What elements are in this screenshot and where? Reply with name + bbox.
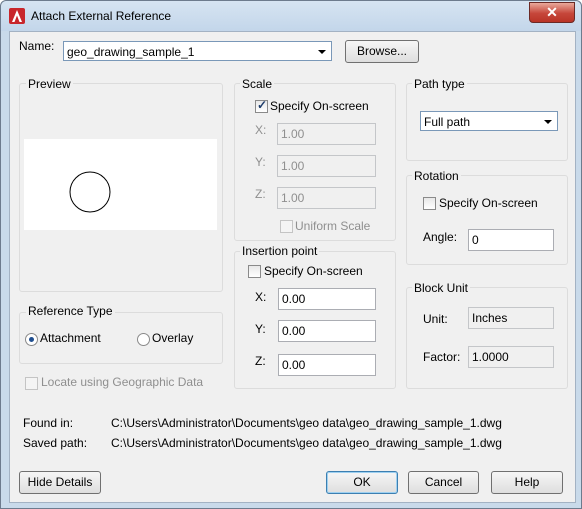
reference-type-title: Reference Type [26, 304, 115, 318]
overlay-label[interactable]: Overlay [152, 331, 193, 345]
found-in-path: C:\Users\Administrator\Documents\geo dat… [111, 416, 502, 430]
scale-specify-checkbox[interactable]: ✓ [255, 98, 268, 113]
overlay-radio[interactable] [137, 333, 150, 346]
scale-title: Scale [240, 77, 275, 91]
name-value: geo_drawing_sample_1 [67, 45, 195, 59]
insertion-point-title: Insertion point [240, 244, 320, 258]
insertion-x-label: X: [255, 290, 267, 304]
attachment-radio[interactable] [25, 333, 38, 346]
path-type-value: Full path [424, 115, 471, 129]
insertion-specify-label[interactable]: Specify On-screen [264, 264, 363, 278]
checkmark-icon: ✓ [257, 98, 268, 112]
saved-path-label: Saved path: [23, 436, 88, 450]
autocad-logo-icon [9, 8, 25, 24]
geo-data-label: Locate using Geographic Data [41, 375, 204, 389]
path-type-combobox[interactable]: Full path [420, 111, 558, 131]
angle-field[interactable]: 0 [468, 229, 554, 251]
dialog-body: Name: geo_drawing_sample_1 Browse... Pre… [9, 31, 576, 503]
insertion-x-field[interactable]: 0.00 [278, 288, 376, 310]
preview-canvas [24, 139, 217, 230]
preview-circle-drawing [69, 171, 111, 213]
scale-y-field[interactable]: 1.00 [277, 155, 376, 177]
unit-label: Unit: [423, 312, 448, 326]
insertion-y-field[interactable]: 0.00 [278, 320, 376, 342]
preview-title: Preview [26, 77, 73, 91]
close-button[interactable]: ✕ [529, 2, 575, 23]
radio-selected-dot [29, 337, 34, 342]
rotation-title: Rotation [412, 169, 461, 183]
rotation-specify-checkbox[interactable] [423, 197, 436, 210]
window-title: Attach External Reference [31, 9, 172, 23]
insertion-y-label: Y: [255, 322, 266, 336]
uniform-scale-label: Uniform Scale [295, 219, 371, 233]
attachment-label[interactable]: Attachment [40, 331, 101, 345]
insertion-z-label: Z: [255, 354, 266, 368]
found-in-label: Found in: [23, 416, 74, 430]
scale-x-field[interactable]: 1.00 [277, 123, 376, 145]
path-type-title: Path type [412, 77, 467, 91]
name-combobox[interactable]: geo_drawing_sample_1 [63, 41, 332, 61]
chevron-down-icon[interactable] [544, 120, 552, 124]
scale-z-label: Z: [255, 187, 266, 201]
angle-label: Angle: [423, 230, 458, 244]
rotation-group [406, 175, 568, 265]
rotation-specify-label[interactable]: Specify On-screen [439, 196, 538, 210]
scale-x-label: X: [255, 123, 267, 137]
scale-y-label: Y: [255, 155, 266, 169]
unit-value: Inches [468, 307, 554, 329]
geo-data-checkbox[interactable] [25, 377, 38, 390]
uniform-scale-checkbox[interactable] [280, 220, 293, 233]
close-icon: ✕ [546, 4, 558, 20]
browse-button[interactable]: Browse... [345, 40, 419, 63]
insertion-z-field[interactable]: 0.00 [278, 354, 376, 376]
hide-details-button[interactable]: Hide Details [19, 471, 101, 494]
block-unit-title: Block Unit [412, 281, 471, 295]
block-unit-group [406, 287, 568, 389]
scale-z-field[interactable]: 1.00 [277, 187, 376, 209]
insertion-specify-checkbox[interactable] [248, 265, 261, 278]
attach-xref-dialog: Attach External Reference ✕ Name: geo_dr… [0, 0, 582, 509]
help-button[interactable]: Help [491, 471, 563, 494]
ok-button[interactable]: OK [326, 471, 398, 494]
name-label: Name: [19, 39, 55, 53]
scale-specify-label[interactable]: Specify On-screen [270, 99, 369, 113]
factor-value: 1.0000 [468, 346, 554, 368]
title-bar[interactable]: Attach External Reference ✕ [1, 1, 581, 31]
cancel-button[interactable]: Cancel [408, 471, 479, 494]
saved-path-value: C:\Users\Administrator\Documents\geo dat… [111, 436, 502, 450]
chevron-down-icon[interactable] [318, 50, 326, 54]
factor-label: Factor: [423, 350, 461, 364]
